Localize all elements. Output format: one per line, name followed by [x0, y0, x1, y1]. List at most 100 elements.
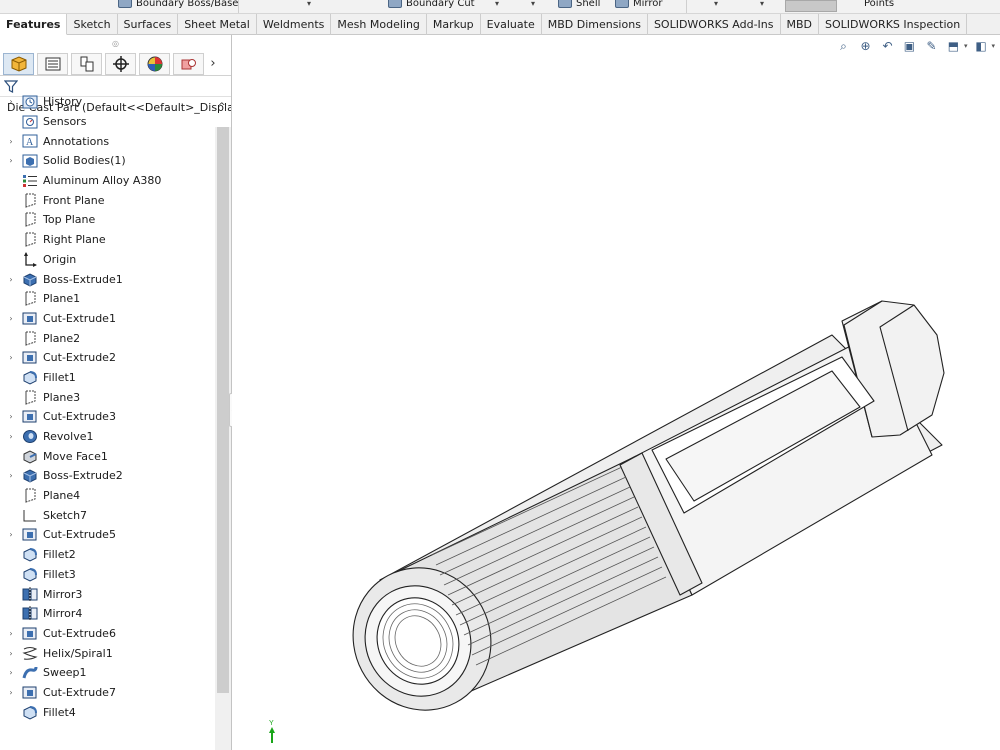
tree-item-origin[interactable]: Origin	[0, 250, 216, 270]
tree-item-cut-extrude6[interactable]: › Cut-Extrude6	[0, 624, 216, 644]
dropdown-caret-icon[interactable]: ▾	[307, 0, 311, 8]
expand-arrow-icon[interactable]: ›	[0, 137, 16, 146]
tree-item-sweep1[interactable]: › Sweep1	[0, 663, 216, 683]
tab-sheet-metal[interactable]: Sheet Metal	[178, 14, 257, 35]
mirror-button[interactable]: Mirror	[615, 0, 662, 10]
tree-item-cut-extrude1[interactable]: › Cut-Extrude1	[0, 309, 216, 329]
tree-item-cut-extrude3[interactable]: › Cut-Extrude3	[0, 407, 216, 427]
tab-solidworks-inspection[interactable]: SOLIDWORKS Inspection	[819, 14, 968, 35]
expand-arrow-icon[interactable]: ›	[0, 530, 16, 539]
tab-solidworks-add-ins[interactable]: SOLIDWORKS Add-Ins	[648, 14, 781, 35]
expand-arrow-icon[interactable]: ›	[0, 412, 16, 421]
tree-item-plane2[interactable]: Plane2	[0, 328, 216, 348]
cam-tab-icon[interactable]	[173, 52, 204, 75]
points-button[interactable]: Points	[864, 0, 894, 10]
expand-arrow-icon[interactable]: ›	[0, 649, 16, 658]
tab-sketch[interactable]: Sketch	[67, 14, 118, 35]
boundary-boss-button[interactable]: Boundary Boss/Base	[118, 0, 238, 10]
tree-item-right-plane[interactable]: Right Plane	[0, 230, 216, 250]
expand-arrow-icon[interactable]: ›	[0, 156, 16, 165]
plane-icon	[22, 212, 38, 228]
tree-item-front-plane[interactable]: Front Plane	[0, 190, 216, 210]
tree-item-fillet1[interactable]: Fillet1	[0, 368, 216, 388]
tree-item-aluminum-alloy-a380[interactable]: Aluminum Alloy A380	[0, 171, 216, 191]
plane-icon	[22, 232, 38, 247]
feature-manager-tab-icon[interactable]	[3, 52, 34, 75]
expand-arrow-icon[interactable]: ›	[0, 275, 16, 284]
ribbon-top-row: Boundary Boss/Base ▾ Boundary Cut ▾ ▾ Sh…	[0, 0, 1000, 14]
expand-arrow-icon[interactable]: ›	[0, 688, 16, 697]
expand-arrow-icon[interactable]: ›	[0, 629, 16, 638]
expand-arrow-icon[interactable]: ›	[0, 353, 16, 362]
expand-arrow-icon[interactable]: ›	[0, 668, 16, 677]
move-face-icon	[22, 449, 38, 464]
dropdown-caret-icon[interactable]: ▾	[714, 0, 718, 8]
tree-item-cut-extrude5[interactable]: › Cut-Extrude5	[0, 525, 216, 545]
tree-item-plane1[interactable]: Plane1	[0, 289, 216, 309]
fillet-icon	[22, 547, 38, 562]
tree-item-plane4[interactable]: Plane4	[0, 486, 216, 506]
tree-item-mirror3[interactable]: Mirror3	[0, 584, 216, 604]
graphics-area[interactable]: ⌕ ⊕ ↶ ▣ ✎ ⬒ ▾ ◧ ▾ Y	[232, 35, 1000, 750]
expand-arrow-icon[interactable]: ›	[0, 471, 16, 480]
tree-item-move-face1[interactable]: Move Face1	[0, 446, 216, 466]
tree-item-cut-extrude2[interactable]: › Cut-Extrude2	[0, 348, 216, 368]
tab-markup[interactable]: Markup	[427, 14, 481, 35]
expand-arrow-icon[interactable]: ›	[0, 314, 16, 323]
svg-text:Y: Y	[269, 720, 274, 727]
dimxpert-tab-icon[interactable]	[105, 52, 136, 75]
tree-scrollbar[interactable]	[215, 127, 231, 750]
tree-item-cut-extrude7[interactable]: › Cut-Extrude7	[0, 683, 216, 703]
tab-surfaces[interactable]: Surfaces	[118, 14, 179, 35]
tree-item-sketch7[interactable]: Sketch7	[0, 505, 216, 525]
tree-item-revolve1[interactable]: › Revolve1	[0, 427, 216, 447]
tree-item-top-plane[interactable]: Top Plane	[0, 210, 216, 230]
fillet-icon	[22, 705, 38, 720]
panel-grip-icon[interactable]: ◎	[0, 35, 231, 52]
cut-extrude-icon	[22, 685, 38, 700]
chevron-up-icon[interactable]: ^	[218, 102, 226, 112]
tree-item-history[interactable]: › History	[0, 92, 216, 112]
chevron-right-icon[interactable]: ›	[207, 56, 219, 71]
expand-arrow-icon[interactable]: ›	[0, 432, 16, 441]
dropdown-caret-icon[interactable]: ▾	[760, 0, 764, 8]
configuration-manager-tab-icon[interactable]	[71, 52, 102, 75]
material-icon	[22, 173, 38, 188]
dropdown-caret-icon[interactable]: ▾	[531, 0, 535, 8]
display-manager-tab-icon[interactable]	[139, 52, 170, 75]
dropdown-caret-icon[interactable]: ▾	[495, 0, 499, 8]
tab-features[interactable]: Features	[0, 14, 68, 35]
expand-arrow-icon[interactable]: ›	[0, 97, 16, 106]
tree-item-boss-extrude2[interactable]: › Boss-Extrude2	[0, 466, 216, 486]
tree-item-boss-extrude1[interactable]: › Boss-Extrude1	[0, 269, 216, 289]
tab-mbd[interactable]: MBD	[781, 14, 820, 35]
property-manager-tab-icon[interactable]	[37, 52, 68, 75]
tab-mbd-dimensions[interactable]: MBD Dimensions	[542, 14, 648, 35]
plane-icon	[22, 291, 38, 306]
cut-extrude-icon	[22, 350, 38, 365]
solid-bodies-icon	[22, 153, 38, 168]
reference-triad: Y	[269, 720, 275, 743]
tree-item-label: Cut-Extrude1	[43, 311, 116, 325]
command-manager-tabs: Features Sketch Surfaces Sheet Metal Weldmen…	[0, 14, 1000, 35]
scroll-thumb[interactable]	[217, 127, 229, 693]
tree-item-plane3[interactable]: Plane3	[0, 387, 216, 407]
tree-item-solid-bodies-1[interactable]: › Solid Bodies(1)	[0, 151, 216, 171]
boundary-cut-button[interactable]: Boundary Cut	[388, 0, 475, 10]
tree-item-fillet3[interactable]: Fillet3	[0, 565, 216, 585]
tree-item-fillet2[interactable]: Fillet2	[0, 545, 216, 565]
shell-button[interactable]: Shell	[558, 0, 600, 10]
tree-item-fillet4[interactable]: Fillet4	[0, 702, 216, 722]
tab-evaluate[interactable]: Evaluate	[481, 14, 542, 35]
tree-item-mirror4[interactable]: Mirror4	[0, 604, 216, 624]
fillet-icon	[22, 370, 38, 385]
tree-item-helix-spiral1[interactable]: › Helix/Spiral1	[0, 643, 216, 663]
tree-item-sensors[interactable]: Sensors	[0, 112, 216, 132]
ribbon-highlighted-button[interactable]	[785, 0, 837, 12]
filter-icon[interactable]	[4, 79, 18, 93]
tree-item-label: Cut-Extrude3	[43, 410, 116, 424]
tab-weldments[interactable]: Weldments	[257, 14, 332, 35]
die-cast-part-model[interactable]: Y	[232, 35, 1000, 750]
tab-mesh-modeling[interactable]: Mesh Modeling	[331, 14, 427, 35]
tree-item-annotations[interactable]: › A Annotations	[0, 131, 216, 151]
